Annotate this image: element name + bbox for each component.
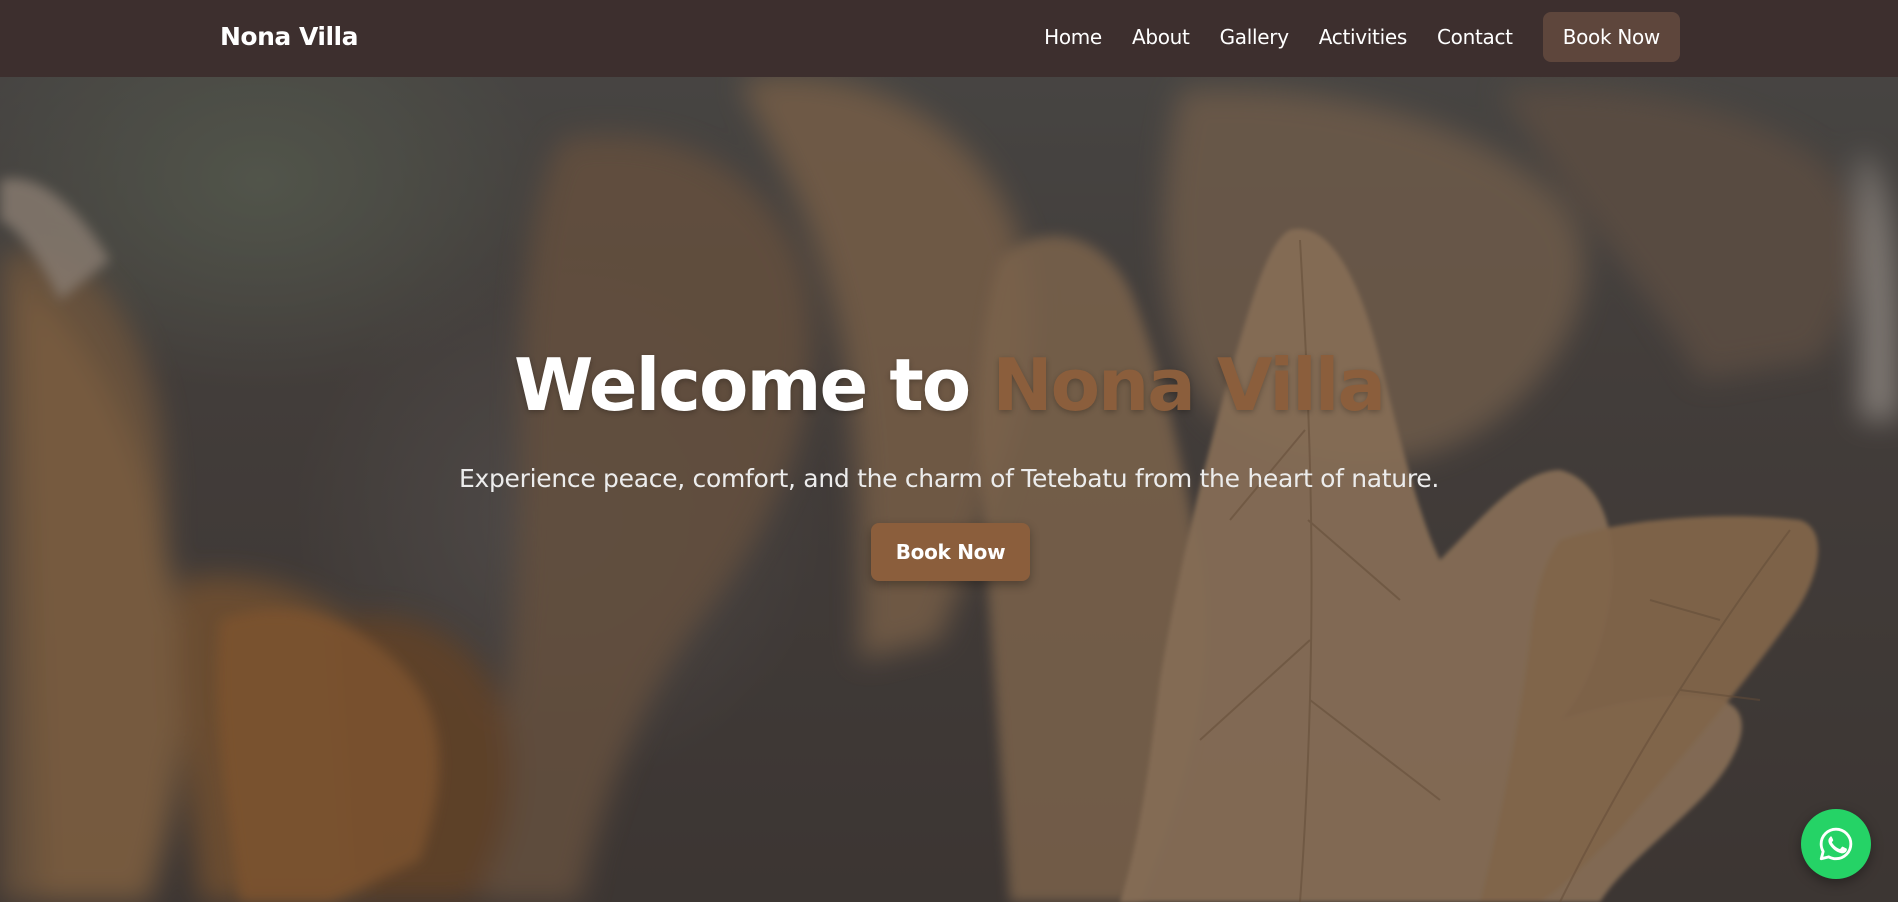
brand-logo[interactable]: Nona Villa [220,22,358,51]
page: Nona Villa Home About Gallery Activities… [0,0,1898,902]
nav-link-activities[interactable]: Activities [1319,25,1408,49]
hero-title-prefix: Welcome to [513,343,993,427]
whatsapp-icon [1819,827,1853,861]
hero-book-now-button[interactable]: Book Now [871,523,1030,581]
nav-link-about[interactable]: About [1132,25,1190,49]
nav-link-contact[interactable]: Contact [1437,25,1513,49]
hero-subtitle: Experience peace, comfort, and the charm… [458,464,1440,493]
nav-book-now-button[interactable]: Book Now [1542,12,1680,62]
nav-link-gallery[interactable]: Gallery [1220,25,1289,49]
nav-link-home[interactable]: Home [1044,25,1102,49]
nav-links: Home About Gallery Activities Contact Bo… [1044,12,1680,62]
hero-title-highlight: Nona Villa [992,343,1386,427]
navbar: Nona Villa Home About Gallery Activities… [0,0,1898,77]
hero-title: Welcome to Nona Villa [0,340,1898,430]
hero-section: Welcome to Nona Villa Experience peace, … [0,0,1898,902]
whatsapp-button[interactable] [1801,809,1871,879]
